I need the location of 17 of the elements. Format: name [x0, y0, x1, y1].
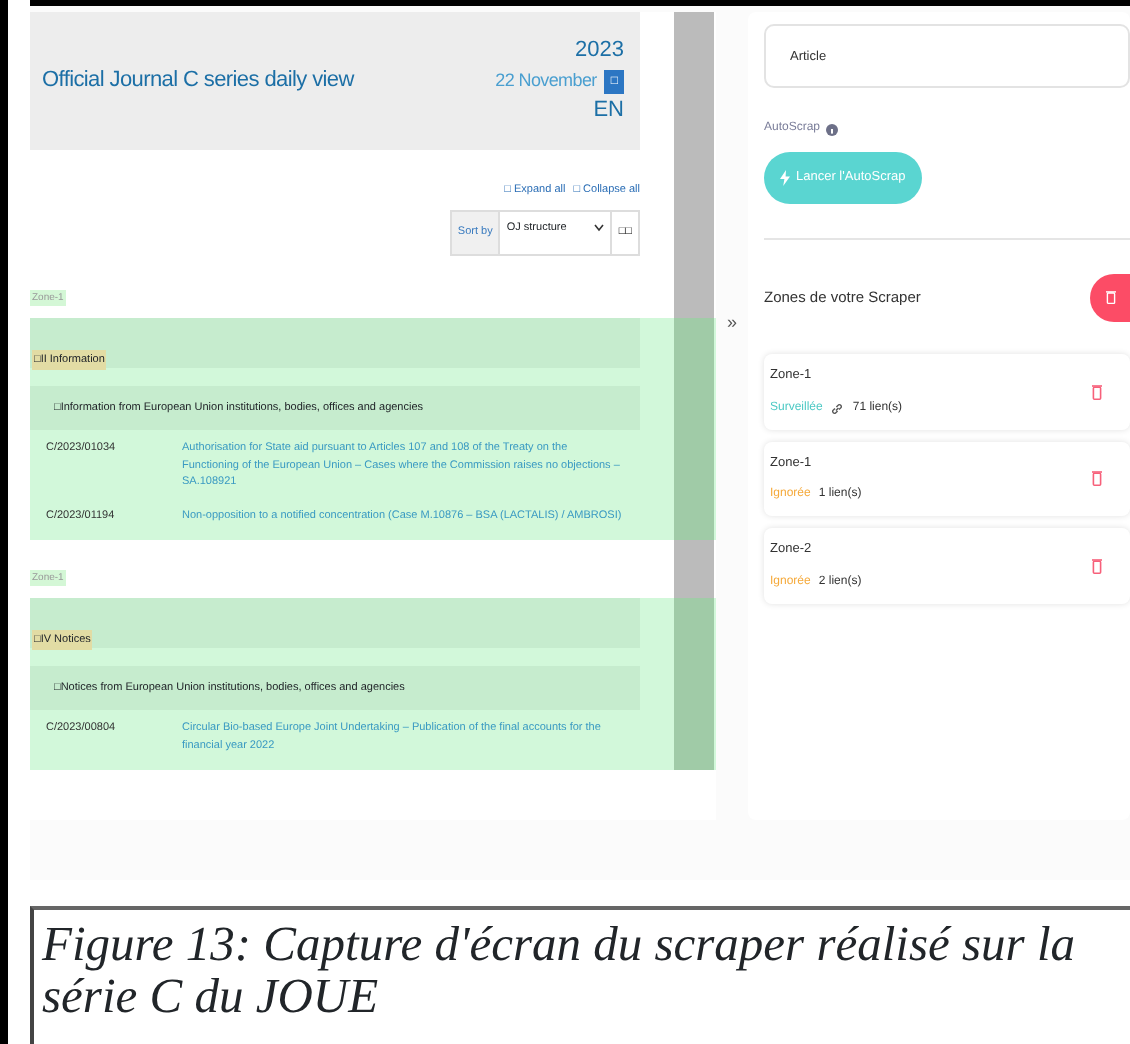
info-icon: [826, 123, 839, 135]
language-text: EN: [593, 96, 624, 127]
trash-icon: [1092, 383, 1102, 400]
trash-icon: [1092, 558, 1102, 575]
trash-icon: [1092, 470, 1102, 487]
delete-zone-button[interactable]: [1092, 558, 1102, 575]
delete-zone-button[interactable]: [1092, 383, 1102, 400]
trash-icon: [1105, 290, 1115, 305]
collapse-arrow[interactable]: »: [726, 312, 737, 332]
page-title: Official Journal C series daily view: [42, 66, 354, 97]
delete-all-button[interactable]: [1090, 273, 1130, 322]
date-text: 22 November: [495, 67, 597, 94]
figure-caption: Figure 13: Capture d'écran du scraper réalisé sur la série C du JOUE: [30, 906, 1130, 1044]
chevron-down-icon: [594, 223, 605, 232]
lightning-icon: [780, 169, 790, 186]
delete-zone-button[interactable]: [1092, 470, 1102, 487]
year-text: 2023: [575, 36, 624, 67]
